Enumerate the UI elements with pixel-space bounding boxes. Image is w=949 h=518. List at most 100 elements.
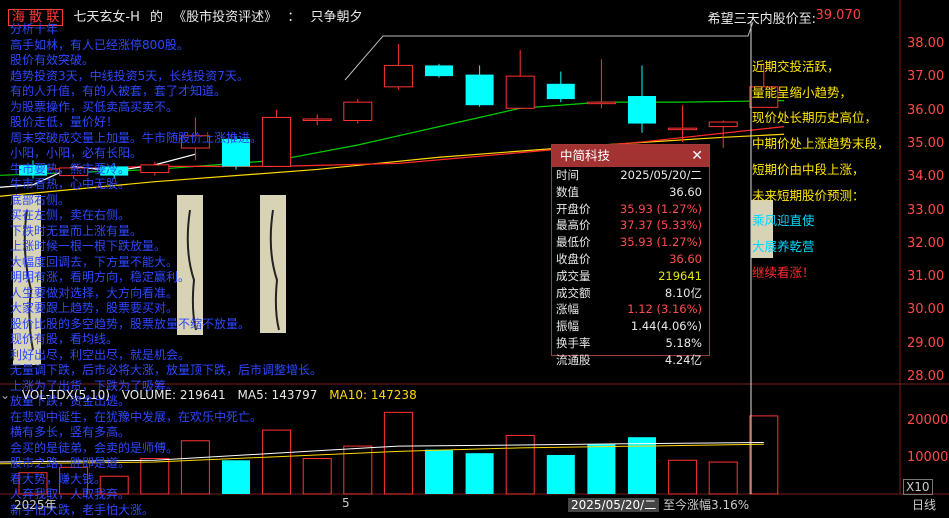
popup-row-label: 开盘价: [556, 201, 591, 218]
period-button[interactable]: 日线: [912, 496, 936, 513]
ma5-value: MA5: 143797: [238, 388, 318, 402]
prediction-line: 现价处长期历史高位，: [752, 105, 890, 131]
volume-bar: [506, 435, 534, 494]
note-line: 横有多长，竖有多高。: [10, 425, 340, 441]
collapse-icon[interactable]: ⌄: [0, 388, 10, 402]
note-line: 趋势投资3天，中线投资5天，长线投资7天。: [10, 69, 340, 85]
note-line: 利好出尽，利空出尽，就是机会。: [10, 348, 340, 364]
popup-row-value: 36.60: [669, 184, 702, 201]
note-line: 股市之路，胜即是道。: [10, 456, 340, 472]
month-label: 5: [342, 496, 350, 510]
note-line: 在悲观中诞生，在犹豫中发展，在欢乐中死亡。: [10, 410, 340, 426]
popup-row-label: 时间: [556, 167, 579, 184]
popup-row-value: 219641: [658, 268, 702, 285]
note-line: 会买的是徒弟，会卖的是师傅。: [10, 441, 340, 457]
note-line: 高手如林，有人已经涨停800股。: [10, 38, 340, 54]
note-line: 牛市要热，熊市要冷。: [10, 162, 340, 178]
popup-row: 时间 2025/05/20/二: [552, 167, 709, 184]
volume-indicator-bar: ⌄ VOL-TDX(5,10) VOLUME: 219641 MA5: 1437…: [0, 388, 425, 402]
date-status: 2025/05/20/二 至今涨幅3.16%: [568, 496, 749, 513]
note-line: 看大势，赚大钱。: [10, 472, 340, 488]
popup-row: 换手率5.18%: [552, 335, 709, 352]
popup-row-value: 37.37 (5.33%): [620, 217, 702, 234]
note-line: 买在左侧，卖在右侧。: [10, 208, 340, 224]
note-line: 股价有效突破。: [10, 53, 340, 69]
popup-row-label: 成交额: [556, 285, 591, 302]
volume-bar: [587, 444, 615, 494]
candle-body: [669, 128, 697, 130]
popup-row: 振幅 1.44(4.06%): [552, 318, 709, 335]
popup-row: 成交额 8.10亿: [552, 285, 709, 302]
note-line: 明明有涨，看明方向，稳定赢利。: [10, 270, 340, 286]
note-line: 周末突破成交量上加量。牛市随股价上涨推进。: [10, 131, 340, 147]
popup-row: 最低价35.93 (1.27%): [552, 234, 709, 251]
close-icon[interactable]: ✕: [691, 145, 703, 167]
popup-row-value: 1.44(4.06%): [631, 318, 702, 335]
prediction-line: 大展养乾营: [752, 234, 890, 260]
candle-body: [587, 102, 615, 104]
note-line: 有的人升值，有的人被套，套了才知道。: [10, 84, 340, 100]
vol-axis-tick: 10000: [907, 450, 948, 465]
candle-body: [344, 102, 372, 120]
prediction-line: 继续看涨！: [752, 260, 890, 286]
prediction-line: 近期交投活跃，: [752, 54, 890, 80]
hope-value: 39.070: [816, 8, 862, 23]
note-line: 大幅度回调去，下方量不能大。: [10, 255, 340, 271]
note-line: 无量调下跌，后市必将大涨，放量顶下跌，后市调整增长。: [10, 363, 340, 379]
candle-body: [628, 96, 656, 124]
vol-indicator-name[interactable]: VOL-TDX(5,10): [22, 388, 110, 402]
popup-row: 开盘价35.93 (1.27%): [552, 201, 709, 218]
prediction-line: 量能呈缩小趋势，: [752, 80, 890, 106]
volume-bar: [547, 455, 575, 494]
price-axis-tick: 35.00: [907, 136, 944, 151]
volume-bar: [466, 453, 494, 494]
year-label: 2025年: [14, 496, 57, 513]
candle-body: [425, 65, 453, 76]
prediction-line: 短期价由中段上涨，: [752, 157, 890, 183]
candle-body: [466, 75, 494, 106]
popup-row-label: 成交量: [556, 268, 591, 285]
popup-row-label: 振幅: [556, 318, 579, 335]
volume-bar: [750, 416, 778, 494]
note-line: 分析十年: [10, 22, 340, 38]
volume-bar: [709, 462, 737, 494]
prediction-line: 未来短期股价预测：: [752, 183, 890, 209]
popup-row-value: 4.24亿: [665, 352, 702, 369]
note-line: 股价走低，量价好！: [10, 115, 340, 131]
right-notes: 近期交投活跃，量能呈缩小趋势，现价处长期历史高位，中期价处上涨趋势末段，短期价由…: [752, 54, 890, 285]
popup-row-label: 流通股: [556, 352, 591, 369]
note-line: 为股票操作，买低卖高买卖不。: [10, 100, 340, 116]
price-axis-tick: 32.00: [907, 236, 944, 251]
popup-row: 流通股 4.24亿: [552, 352, 709, 369]
note-line: 现价有股，看均线。: [10, 332, 340, 348]
hope-label: 希望三天内股价至:: [708, 8, 816, 27]
price-axis-tick: 29.00: [907, 336, 944, 351]
note-line: 小阳，小阳，必有长阳。: [10, 146, 340, 162]
note-line: 人生要做对选择，大方向看准。: [10, 286, 340, 302]
popup-row: 收盘价 36.60: [552, 251, 709, 268]
ma10-value: MA10: 147238: [329, 388, 417, 402]
price-axis-tick: 28.00: [907, 369, 944, 384]
note-line: 上涨时候一根一根下跌放量。: [10, 239, 340, 255]
volume-bar: [669, 460, 697, 494]
current-date: 2025/05/20/二: [568, 498, 659, 512]
popup-row-label: 数值: [556, 184, 579, 201]
left-notes: 分析十年高手如林，有人已经涨停800股。股价有效突破。趋势投资3天，中线投资5天…: [10, 22, 340, 518]
popup-row-value: 2025/05/20/二: [620, 167, 702, 184]
popup-row-value: 8.10亿: [665, 285, 702, 302]
price-axis-tick: 33.00: [907, 203, 944, 218]
popup-row-value: 36.60: [669, 251, 702, 268]
volume-bar: [425, 450, 453, 494]
data-popup[interactable]: 中简科技 ✕ 时间2025/05/20/二数值36.60开盘价35.93 (1.…: [551, 144, 710, 356]
note-line: 底部右侧。: [10, 193, 340, 209]
note-line: 牛市看热，心中无股。: [10, 177, 340, 193]
price-axis-tick: 34.00: [907, 169, 944, 184]
price-axis-tick: 30.00: [907, 302, 944, 317]
popup-row-label: 收盘价: [556, 251, 591, 268]
price-axis-tick: 38.00: [907, 36, 944, 51]
popup-row: 最高价37.37 (5.33%): [552, 217, 709, 234]
candle-body: [709, 122, 737, 127]
popup-row: 涨幅1.12 (3.16%): [552, 301, 709, 318]
popup-title: 中简科技: [560, 148, 610, 163]
popup-row-label: 换手率: [556, 335, 591, 352]
